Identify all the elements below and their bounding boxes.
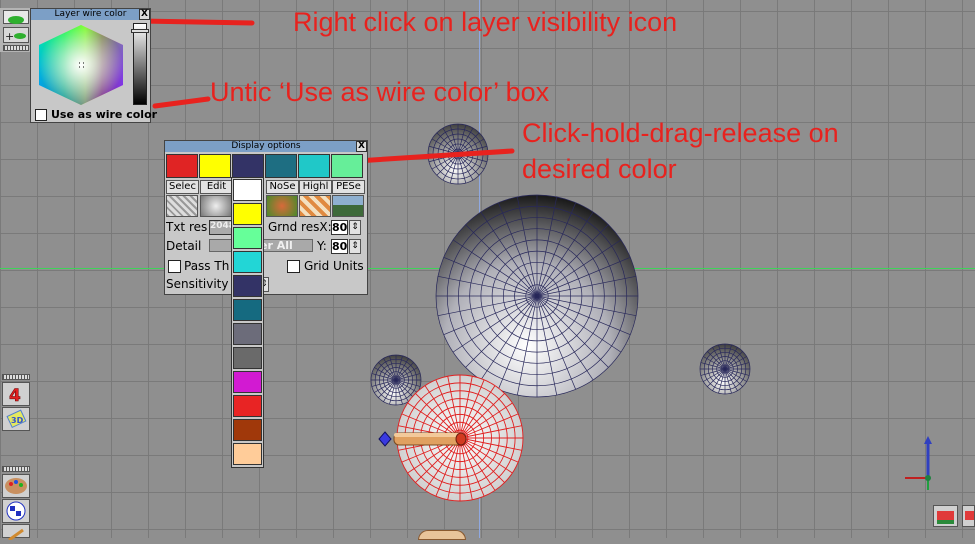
left-toolbar-bottom: 4 3D	[0, 374, 32, 542]
grnd-y-label: Y:	[317, 239, 327, 253]
display-options-title[interactable]: Display options	[165, 141, 367, 152]
axis-gizmo	[905, 436, 932, 490]
pese-color-button[interactable]: PESe	[332, 180, 365, 194]
txt-res-field[interactable]: 2048	[209, 220, 235, 235]
bottom-right-icon-1[interactable]	[933, 505, 958, 527]
dropdown-color-swatch[interactable]	[233, 323, 262, 345]
brightness-handle[interactable]	[131, 29, 149, 33]
mesh-mode-icon[interactable]	[200, 195, 232, 217]
grid-units-label: Grid Units	[304, 259, 364, 273]
landscape-mode-icon[interactable]	[332, 195, 364, 217]
top-color-swatch[interactable]	[199, 154, 231, 178]
brightness-slider[interactable]	[133, 23, 147, 105]
close-icon[interactable]: X	[139, 9, 150, 20]
pass-through-checkbox[interactable]	[168, 260, 181, 273]
select-color-button[interactable]: Selec	[166, 180, 199, 194]
layer-wire-title[interactable]: Layer wire color	[31, 9, 150, 20]
left-toolbar-top: +	[0, 8, 31, 52]
color-hexagon-picker[interactable]	[35, 23, 127, 107]
pass-through-label: Pass Th	[184, 259, 230, 273]
annotation-right-click: Right click on layer visibility icon	[293, 7, 678, 37]
bottom-right-icon-2[interactable]	[962, 505, 975, 527]
toolbar-grip[interactable]	[2, 466, 30, 472]
noselect-color-button[interactable]: NoSe	[266, 180, 299, 194]
dropdown-color-swatch[interactable]	[233, 419, 262, 441]
dropdown-color-swatch[interactable]	[233, 275, 262, 297]
dropdown-color-swatch[interactable]	[233, 443, 262, 465]
layer-visibility-icon[interactable]	[3, 10, 29, 24]
large-sphere	[435, 194, 639, 398]
texture-mode-icon[interactable]	[266, 195, 298, 217]
grid-units-checkbox[interactable]	[287, 260, 300, 273]
use-as-wire-color-label: Use as wire color	[51, 108, 158, 121]
svg-text:3D: 3D	[11, 416, 24, 425]
grnd-y-field[interactable]: 80	[331, 239, 348, 254]
top-color-swatch[interactable]	[298, 154, 330, 178]
checker-mode-icon[interactable]	[299, 195, 331, 217]
4d-icon[interactable]: 4	[2, 382, 30, 406]
top-color-swatch[interactable]	[265, 154, 297, 178]
pivot-marker	[378, 431, 392, 447]
display-options-panel: Display options X Selec Edit NoSe Highl …	[164, 140, 368, 295]
toolbar-grip[interactable]	[2, 374, 30, 380]
txt-res-label: Txt res	[166, 220, 208, 234]
highlight-color-button[interactable]: Highl	[299, 180, 332, 194]
annotation-click-drag-2: desired color	[522, 154, 677, 184]
wireframe-mode-icon[interactable]	[166, 195, 198, 217]
small-sphere-right	[699, 343, 751, 395]
svg-text:+: +	[5, 30, 14, 43]
cylinder-object	[393, 432, 467, 446]
dropdown-color-swatch[interactable]	[233, 251, 262, 273]
svg-text:4: 4	[9, 386, 21, 405]
top-color-swatch[interactable]	[331, 154, 363, 178]
leaf-icon	[8, 16, 24, 24]
dropdown-color-swatch[interactable]	[233, 371, 262, 393]
detail-slider-text: er All	[260, 239, 293, 252]
grnd-res-label: Grnd resX:	[268, 220, 332, 234]
palette-icon[interactable]	[2, 474, 30, 498]
grnd-x-field[interactable]: 80	[331, 220, 348, 235]
edit-color-button[interactable]: Edit	[200, 180, 233, 194]
top-color-swatch[interactable]	[232, 154, 264, 178]
annotation-click-drag-1: Click-hold-drag-release on	[522, 118, 839, 148]
bottom-center-object	[418, 530, 466, 540]
sensitivity-label: Sensitivity	[166, 277, 229, 291]
dropdown-color-swatch[interactable]	[233, 227, 262, 249]
top-color-swatch[interactable]	[166, 154, 198, 178]
use-as-wire-color-checkbox[interactable]	[35, 109, 47, 121]
dropdown-color-swatch[interactable]	[233, 179, 262, 201]
grnd-x-spinner[interactable]: ⇕	[349, 220, 361, 235]
detail-label: Detail	[166, 239, 202, 253]
pencil-icon[interactable]	[2, 524, 30, 542]
plus-leaf-icon: +	[5, 30, 26, 43]
checker-ball-icon[interactable]	[2, 499, 30, 523]
add-layer-icon[interactable]: +	[3, 27, 29, 43]
dropdown-color-swatch[interactable]	[233, 203, 262, 225]
close-icon[interactable]: X	[356, 141, 367, 152]
dropdown-color-swatch[interactable]	[233, 299, 262, 321]
color-dropdown	[231, 177, 264, 468]
layer-wire-color-panel: Layer wire color X Use as wire color	[30, 8, 157, 123]
3d-icon[interactable]: 3D	[2, 407, 30, 431]
toolbar-grip[interactable]	[3, 45, 29, 51]
annotation-untic: Untic ‘Use as wire color’ box	[210, 77, 550, 107]
grnd-y-spinner[interactable]: ⇕	[349, 239, 361, 254]
dropdown-color-swatch[interactable]	[233, 347, 262, 369]
dropdown-color-swatch[interactable]	[233, 395, 262, 417]
annotation-underline-2	[152, 96, 211, 109]
